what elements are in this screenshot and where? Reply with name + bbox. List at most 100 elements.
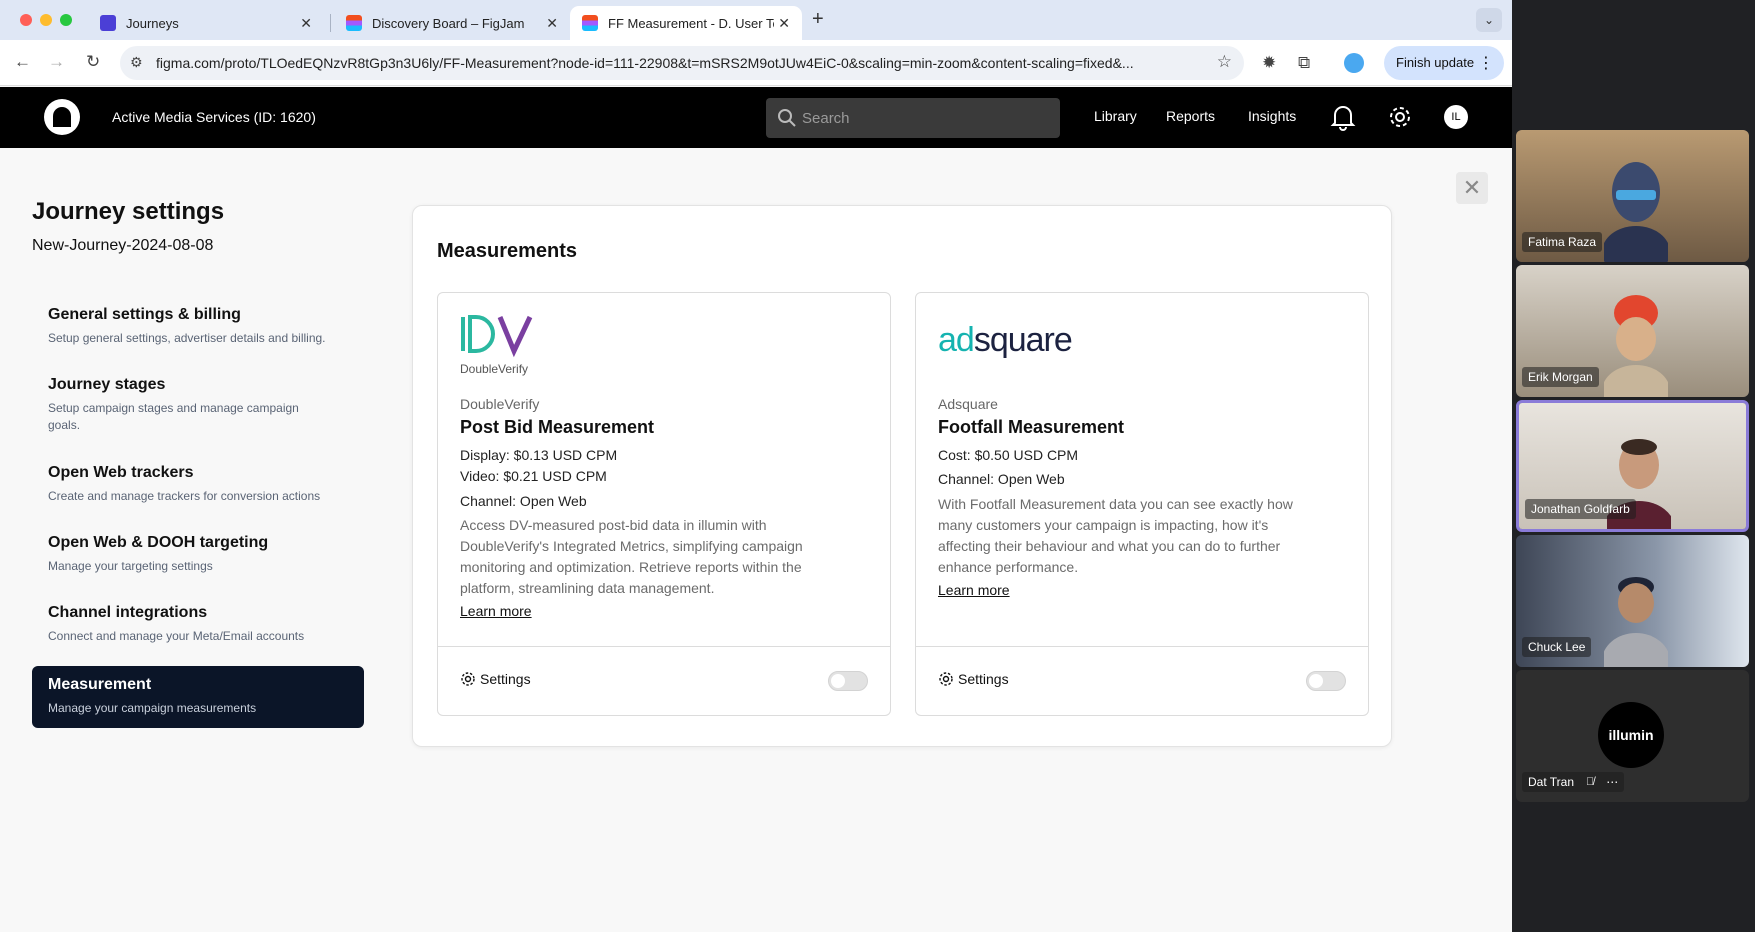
sidebar-item-desc: Manage your targeting settings bbox=[48, 559, 213, 573]
nav-reports[interactable]: Reports bbox=[1166, 108, 1215, 124]
journey-name: New-Journey-2024-08-08 bbox=[32, 237, 214, 254]
sidebar-item-label: Journey stages bbox=[48, 376, 166, 393]
enable-toggle[interactable] bbox=[828, 671, 868, 691]
nav-library[interactable]: Library bbox=[1094, 108, 1137, 124]
tab-ff-measurement[interactable]: FF Measurement - D. User Te ✕ bbox=[570, 6, 802, 40]
minimize-window-button[interactable] bbox=[40, 14, 52, 26]
close-tab-icon[interactable]: ✕ bbox=[778, 15, 790, 32]
account-name[interactable]: Active Media Services (ID: 1620) bbox=[112, 109, 316, 125]
more-options-icon[interactable]: ⋯ bbox=[1606, 775, 1618, 789]
tab-title: Discovery Board – FigJam bbox=[372, 15, 525, 31]
maximize-window-button[interactable] bbox=[60, 14, 72, 26]
close-tab-icon[interactable]: ✕ bbox=[300, 15, 312, 32]
figma-favicon-icon bbox=[346, 15, 362, 31]
new-tab-icon[interactable]: + bbox=[812, 8, 824, 31]
tab-journeys[interactable]: Journeys ✕ bbox=[88, 6, 324, 40]
url-text: figma.com/proto/TLOedEQNzvR8tGp3n3U6ly/F… bbox=[156, 55, 1134, 71]
figma-favicon-icon bbox=[582, 15, 598, 31]
participant-tile[interactable]: Erik Morgan bbox=[1516, 265, 1749, 397]
avatar[interactable]: IL bbox=[1444, 105, 1468, 129]
puzzle-extensions-icon[interactable]: ⧉ bbox=[1298, 53, 1310, 73]
settings-label: Settings bbox=[480, 671, 531, 687]
participant-tile[interactable]: Fatima Raza bbox=[1516, 130, 1749, 262]
address-bar[interactable]: ⚙ figma.com/proto/TLOedEQNzvR8tGp3n3U6ly… bbox=[120, 46, 1244, 80]
reload-icon[interactable]: ↻ bbox=[86, 52, 100, 72]
participant-tile[interactable]: illumin Dat Tran 🎙̸ ⋯ bbox=[1516, 670, 1749, 802]
close-window-button[interactable] bbox=[20, 14, 32, 26]
measurement-card-adsquare: adsquare Adsquare Footfall Measurement C… bbox=[915, 292, 1369, 716]
card-description: Access DV-measured post-bid data in illu… bbox=[460, 517, 803, 596]
participant-video bbox=[1604, 295, 1668, 397]
nav-insights[interactable]: Insights bbox=[1248, 108, 1296, 124]
profile-icon[interactable] bbox=[1344, 53, 1364, 73]
doubleverify-logo: DoubleVerify bbox=[460, 315, 534, 382]
tab-divider bbox=[330, 14, 331, 32]
doubleverify-logo-text: DoubleVerify bbox=[460, 362, 528, 376]
close-tab-icon[interactable]: ✕ bbox=[546, 15, 558, 32]
search-placeholder: Search bbox=[802, 110, 850, 127]
participant-name: Jonathan Goldfarb bbox=[1525, 499, 1636, 519]
illumin-logo-icon[interactable] bbox=[44, 99, 80, 135]
illumin-favicon-icon bbox=[100, 15, 116, 31]
forward-arrow-icon[interactable]: → bbox=[48, 52, 65, 72]
sidebar-item-label: Open Web trackers bbox=[48, 464, 194, 481]
participant-name-bar: Dat Tran 🎙̸ ⋯ bbox=[1522, 772, 1625, 792]
learn-more-link[interactable]: Learn more bbox=[460, 603, 532, 619]
settings-label: Settings bbox=[958, 671, 1009, 687]
channel-text: Channel: Open Web bbox=[938, 471, 1065, 487]
sidebar-item-measurement[interactable]: Measurement Manage your campaign measure… bbox=[32, 666, 364, 728]
price-display: Display: $0.13 USD CPM bbox=[460, 447, 618, 463]
bell-icon[interactable] bbox=[1330, 103, 1356, 131]
channel-text: Channel: Open Web bbox=[460, 493, 587, 509]
mic-off-icon: 🎙̸ bbox=[1586, 776, 1595, 788]
sidebar-item-general-settings[interactable]: General settings & billing Setup general… bbox=[32, 296, 364, 357]
participant-name: Chuck Lee bbox=[1522, 637, 1592, 657]
participant-tile-active-speaker[interactable]: Jonathan Goldfarb bbox=[1516, 400, 1749, 532]
tab-title: FF Measurement - D. User Te bbox=[608, 15, 774, 31]
extension-sun-icon[interactable]: ✹ bbox=[1262, 53, 1276, 73]
chevron-down-icon[interactable]: ⌄ bbox=[1476, 8, 1502, 32]
vendor-name: Adsquare bbox=[938, 396, 998, 412]
finish-update-button[interactable]: Finish update ⋮ bbox=[1384, 46, 1504, 80]
sidebar-item-label: General settings & billing bbox=[48, 306, 241, 323]
sidebar-item-label: Measurement bbox=[48, 676, 152, 693]
bookmark-star-icon[interactable]: ☆ bbox=[1217, 52, 1232, 72]
browser-window: Journeys ✕ Discovery Board – FigJam ✕ FF… bbox=[0, 0, 1512, 932]
settings-button[interactable]: Settings bbox=[938, 671, 1009, 687]
sidebar-item-desc: Manage your campaign measurements bbox=[48, 701, 257, 715]
gear-icon[interactable] bbox=[1386, 103, 1414, 131]
participant-name: Fatima Raza bbox=[1522, 232, 1603, 252]
sidebar-item-open-web-trackers[interactable]: Open Web trackers Create and manage trac… bbox=[32, 454, 364, 515]
tab-title: Journeys bbox=[126, 15, 179, 31]
vendor-name: DoubleVerify bbox=[460, 396, 540, 412]
adsquare-logo-text: adsquare bbox=[938, 323, 1072, 359]
participant-video bbox=[1604, 577, 1668, 667]
enable-toggle[interactable] bbox=[1306, 671, 1346, 691]
participant-name: Dat Tran bbox=[1528, 775, 1575, 789]
more-vert-icon[interactable]: ⋮ bbox=[1478, 53, 1494, 73]
tab-discovery-board[interactable]: Discovery Board – FigJam ✕ bbox=[334, 6, 570, 40]
card-description: With Footfall Measurement data you can s… bbox=[938, 496, 1293, 575]
sidebar-item-desc: Setup general settings, advertiser detai… bbox=[48, 331, 326, 345]
sidebar-item-targeting[interactable]: Open Web & DOOH targeting Manage your ta… bbox=[32, 524, 364, 585]
tab-strip: Journeys ✕ Discovery Board – FigJam ✕ FF… bbox=[0, 0, 1512, 40]
product-name: Post Bid Measurement bbox=[460, 417, 655, 437]
sidebar-item-desc: Connect and manage your Meta/Email accou… bbox=[48, 629, 305, 643]
sidebar-item-label: Open Web & DOOH targeting bbox=[48, 534, 269, 551]
close-icon[interactable]: ✕ bbox=[1456, 172, 1488, 204]
panel-title: Measurements bbox=[437, 240, 578, 262]
search-input[interactable]: Search bbox=[766, 98, 1060, 138]
sidebar-item-channel-integrations[interactable]: Channel integrations Connect and manage … bbox=[32, 594, 364, 655]
participant-avatar: illumin bbox=[1598, 702, 1664, 768]
learn-more-link[interactable]: Learn more bbox=[938, 582, 1010, 598]
measurements-panel: Measurements DoubleVerify DoubleVerify P… bbox=[412, 205, 1392, 747]
participant-tile[interactable]: Chuck Lee bbox=[1516, 535, 1749, 667]
price-cost: Cost: $0.50 USD CPM bbox=[938, 447, 1079, 463]
sidebar-item-desc: Setup campaign stages and manage campaig… bbox=[48, 401, 299, 432]
back-arrow-icon[interactable]: ← bbox=[14, 52, 31, 72]
settings-button[interactable]: Settings bbox=[460, 671, 531, 687]
product-name: Footfall Measurement bbox=[938, 417, 1125, 437]
site-info-icon[interactable]: ⚙ bbox=[130, 54, 143, 71]
participant-name: Erik Morgan bbox=[1522, 367, 1599, 387]
sidebar-item-journey-stages[interactable]: Journey stages Setup campaign stages and… bbox=[32, 366, 364, 444]
